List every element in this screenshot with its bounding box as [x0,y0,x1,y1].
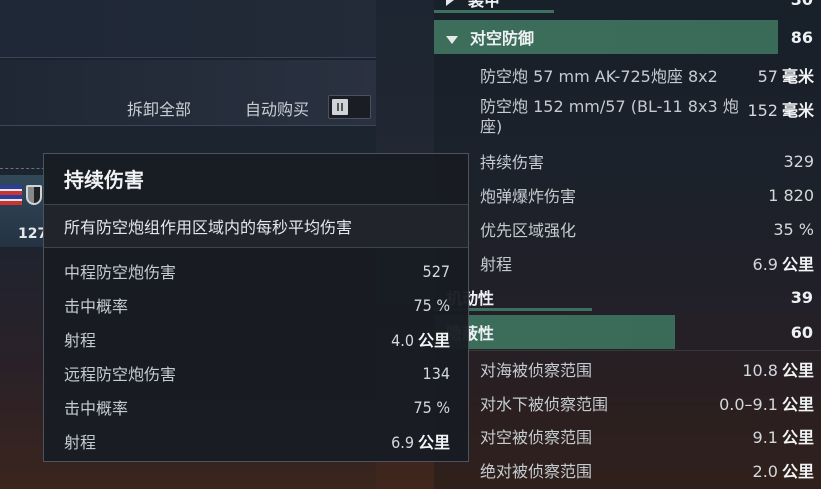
chevron-down-icon [446,36,458,44]
tooltip-row-value: 527 [422,261,450,281]
weapon-caliber: 152 [747,101,778,120]
section-concealment[interactable]: 隐蔽性 60 [434,315,821,349]
weapon-unit: 毫米 [781,101,814,120]
stat-label: 炮弹爆炸伤害 [480,187,577,206]
stat-value: 9.1 [752,428,778,447]
stat-row: 对海被侦察范围 10.8 公里 [480,358,814,380]
tooltip-row-label: 射程 [64,433,97,452]
stat-label: 持续伤害 [480,153,545,172]
left-header-strip [0,0,376,58]
weapon-name: 防空炮 152 mm/57 (BL-11 8x3 炮座) [480,97,739,136]
tooltip-row-label: 射程 [64,331,97,350]
tooltip-row-label: 中程防空炮伤害 [64,263,177,282]
tooltip-row: 击中概率 75 % [64,392,450,422]
nation-flag-icon [0,185,22,205]
tooltip-description: 所有防空炮组作用区域内的每秒平均伤害 [44,204,468,248]
stat-value: 1 820 [768,185,814,205]
tooltip-row-value: 134 [422,363,450,383]
auto-buy-toggle[interactable] [328,95,371,119]
tooltip-row-value: 4.0 [391,331,414,350]
shield-icon [26,185,42,205]
stat-label: 优先区域强化 [480,221,577,240]
tooltip-row: 射程 4.0 公里 [64,324,450,354]
tooltip-row-label: 击中概率 [64,297,129,316]
weapon-row: 防空炮 152 mm/57 (BL-11 8x3 炮座) 152 毫米 [480,97,814,137]
tooltip-row-label: 击中概率 [64,399,129,418]
stat-row: 射程 6.9 公里 [480,252,814,274]
section-maneuverability[interactable]: 机动性 39 [434,280,821,314]
weapon-row: 防空炮 57 mm AK-725炮座 8x2 57 毫米 [480,63,814,87]
tooltip-row: 远程防空炮伤害 134 [64,358,450,388]
section-aa-defense-value: 86 [790,27,813,47]
stat-unit: 公里 [781,395,814,414]
stat-row: 对水下被侦察范围 0.0–9.1 公里 [480,392,814,414]
weapon-unit: 毫米 [781,67,814,86]
tooltip-row-unit: 公里 [417,331,450,350]
tooltip-row-unit: 公里 [417,433,450,452]
tooltip-row-value: 75 % [413,397,450,417]
stat-label: 对空被侦察范围 [480,428,593,447]
stat-row: 优先区域强化 35 % [480,218,814,241]
stat-value: 10.8 [742,361,778,380]
pause-icon [332,99,348,115]
stat-unit: 公里 [781,428,814,447]
stat-label: 绝对被侦察范围 [480,462,593,481]
section-aa-defense-label: 对空防御 [470,29,535,48]
tooltip-row: 射程 6.9 公里 [64,426,450,456]
tooltip-row: 中程防空炮伤害 527 [64,256,450,286]
stat-value: 329 [783,151,814,171]
tooltip-row: 击中概率 75 % [64,290,450,320]
stat-value: 2.0 [752,462,778,481]
tooltip: 持续伤害 所有防空炮组作用区域内的每秒平均伤害 中程防空炮伤害 527 击中概率… [43,153,469,462]
tooltip-title: 持续伤害 [64,168,144,192]
section-armor-label: 装甲 [468,0,501,10]
stat-row-sustained-damage[interactable]: 持续伤害 329 [480,150,814,173]
section-maneuverability-value: 39 [790,287,813,307]
weapon-name: 防空炮 57 mm AK-725炮座 8x2 [480,67,718,86]
dismantle-all-button[interactable]: 拆卸全部 [127,96,191,120]
stat-value: 0.0–9.1 [719,395,778,414]
stat-unit: 公里 [781,255,814,274]
tooltip-row-value: 75 % [413,295,450,315]
stat-row: 绝对被侦察范围 2.0 公里 [480,459,814,481]
weapon-caliber: 57 [757,67,778,86]
stat-row: 炮弹爆炸伤害 1 820 [480,184,814,207]
stat-value: 35 % [773,219,814,239]
stat-row: 对空被侦察范围 9.1 公里 [480,425,814,447]
tooltip-row-label: 远程防空炮伤害 [64,365,177,384]
stat-unit: 公里 [781,462,814,481]
stat-label: 射程 [480,255,513,274]
tooltip-row-value: 6.9 [391,433,414,452]
section-concealment-value: 60 [790,322,813,342]
stat-label: 对海被侦察范围 [480,361,593,380]
section-armor-value: 30 [791,0,813,9]
stat-unit: 公里 [781,361,814,380]
chevron-right-icon [446,0,454,6]
stat-value: 6.9 [752,255,778,274]
stat-label: 对水下被侦察范围 [480,395,609,414]
divider [434,350,821,351]
auto-buy-label: 自动购买 [245,100,310,119]
section-armor[interactable]: 装甲 30 [434,0,821,16]
section-aa-defense[interactable]: 对空防御 86 [434,20,821,54]
